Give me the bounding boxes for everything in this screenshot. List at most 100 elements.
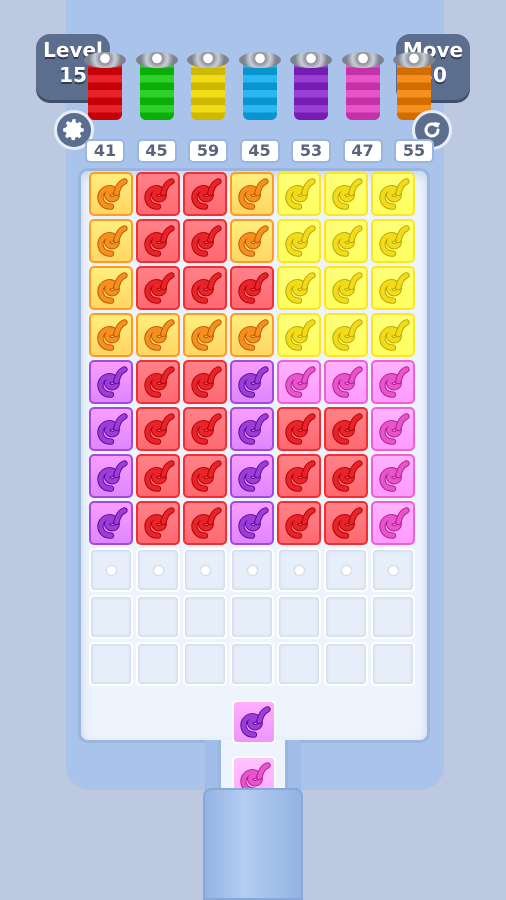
yarn-tile-purple[interactable] xyxy=(89,501,133,545)
yarn-icon xyxy=(379,225,410,257)
yarn-tile-yellow[interactable] xyxy=(371,266,415,310)
yarn-icon xyxy=(238,460,269,492)
yarn-tile-orange[interactable] xyxy=(89,219,133,263)
yarn-icon xyxy=(144,507,175,539)
yarn-tile-yellow[interactable] xyxy=(277,266,321,310)
yarn-tile-pink[interactable] xyxy=(371,360,415,404)
yarn-tile-yellow[interactable] xyxy=(371,313,415,357)
empty-slot xyxy=(183,548,227,592)
yarn-tile-yellow[interactable] xyxy=(371,172,415,216)
yarn-tile-red[interactable] xyxy=(136,501,180,545)
yarn-tile-orange[interactable] xyxy=(89,172,133,216)
yarn-icon xyxy=(332,178,363,210)
yarn-icon xyxy=(285,366,316,398)
yarn-tile-purple[interactable] xyxy=(230,501,274,545)
yarn-tile-red[interactable] xyxy=(277,454,321,498)
yarn-tile-red[interactable] xyxy=(183,219,227,263)
yarn-tile-red[interactable] xyxy=(324,454,368,498)
yarn-tile-red[interactable] xyxy=(183,266,227,310)
empty-slot xyxy=(230,595,274,639)
spool-cap xyxy=(238,52,281,68)
yarn-tile-red[interactable] xyxy=(183,501,227,545)
spool-thread xyxy=(139,60,174,120)
yarn-icon xyxy=(285,178,316,210)
yarn-icon xyxy=(285,413,316,445)
yarn-tile-pink[interactable] xyxy=(371,501,415,545)
slot-dot xyxy=(106,565,116,575)
yarn-icon xyxy=(285,319,316,351)
yarn-icon xyxy=(191,225,222,257)
gear-icon xyxy=(63,119,84,141)
yarn-tile-red[interactable] xyxy=(183,454,227,498)
spool-thread xyxy=(345,60,380,120)
yarn-tile-purple[interactable] xyxy=(230,407,274,451)
spool-cap xyxy=(393,52,435,68)
yarn-icon xyxy=(144,272,175,304)
yarn-icon xyxy=(285,272,316,304)
yarn-tile-pink[interactable] xyxy=(371,407,415,451)
yarn-tile-yellow[interactable] xyxy=(371,219,415,263)
spool-purple xyxy=(290,52,332,124)
yarn-tile-yellow[interactable] xyxy=(324,172,368,216)
yarn-tile-orange[interactable] xyxy=(230,219,274,263)
empty-slot xyxy=(136,642,180,686)
yarn-tile-red[interactable] xyxy=(136,360,180,404)
yarn-icon xyxy=(191,507,222,539)
yarn-icon xyxy=(379,413,410,445)
empty-slot xyxy=(324,595,368,639)
yarn-tile-yellow[interactable] xyxy=(277,313,321,357)
spool-cap xyxy=(84,52,126,68)
yarn-tile-pink[interactable] xyxy=(371,454,415,498)
yarn-tile-yellow[interactable] xyxy=(277,219,321,263)
yarn-tile-pink[interactable] xyxy=(324,360,368,404)
yarn-tile-red[interactable] xyxy=(277,501,321,545)
yarn-tile-pink[interactable] xyxy=(277,360,321,404)
empty-slot xyxy=(89,642,133,686)
yarn-tile-yellow[interactable] xyxy=(277,172,321,216)
yarn-tile-purple[interactable] xyxy=(89,454,133,498)
spool-count-blue: 45 xyxy=(239,139,280,163)
yarn-icon xyxy=(379,507,410,539)
yarn-tile-red[interactable] xyxy=(230,266,274,310)
yarn-icon xyxy=(238,225,269,257)
yarn-tile-purple[interactable] xyxy=(230,360,274,404)
yarn-tile-red[interactable] xyxy=(136,266,180,310)
yarn-tile-red[interactable] xyxy=(136,219,180,263)
empty-slot xyxy=(230,548,274,592)
yarn-icon xyxy=(191,366,222,398)
yarn-icon xyxy=(97,272,128,304)
yarn-tile-red[interactable] xyxy=(136,407,180,451)
yarn-tile-red[interactable] xyxy=(136,454,180,498)
yarn-icon xyxy=(238,272,269,304)
yarn-icon xyxy=(191,272,222,304)
yarn-icon xyxy=(379,178,410,210)
yarn-tile-orange[interactable] xyxy=(89,313,133,357)
yarn-tile-red[interactable] xyxy=(324,407,368,451)
yarn-tile-orange[interactable] xyxy=(183,313,227,357)
yarn-icon xyxy=(144,319,175,351)
yarn-tile-orange[interactable] xyxy=(136,313,180,357)
yarn-tile-purple[interactable] xyxy=(89,360,133,404)
yarn-tile-red[interactable] xyxy=(183,172,227,216)
yarn-icon xyxy=(238,507,269,539)
yarn-icon xyxy=(332,413,363,445)
yarn-tile-orange[interactable] xyxy=(230,172,274,216)
yarn-icon xyxy=(191,178,222,210)
spool-yellow xyxy=(187,52,229,124)
yarn-tile-red[interactable] xyxy=(277,407,321,451)
yarn-tile-red[interactable] xyxy=(183,360,227,404)
empty-slot xyxy=(230,642,274,686)
yarn-tile-yellow[interactable] xyxy=(324,266,368,310)
yarn-tile-orange[interactable] xyxy=(230,313,274,357)
slot-dot xyxy=(153,565,163,575)
yarn-tile-red[interactable] xyxy=(324,501,368,545)
yarn-icon xyxy=(285,460,316,492)
yarn-tile-orange[interactable] xyxy=(89,266,133,310)
yarn-tile-red[interactable] xyxy=(183,407,227,451)
yarn-icon xyxy=(332,366,363,398)
yarn-tile-red[interactable] xyxy=(136,172,180,216)
yarn-tile-purple[interactable] xyxy=(230,454,274,498)
yarn-tile-purple[interactable] xyxy=(89,407,133,451)
yarn-tile-yellow[interactable] xyxy=(324,219,368,263)
yarn-tile-yellow[interactable] xyxy=(324,313,368,357)
